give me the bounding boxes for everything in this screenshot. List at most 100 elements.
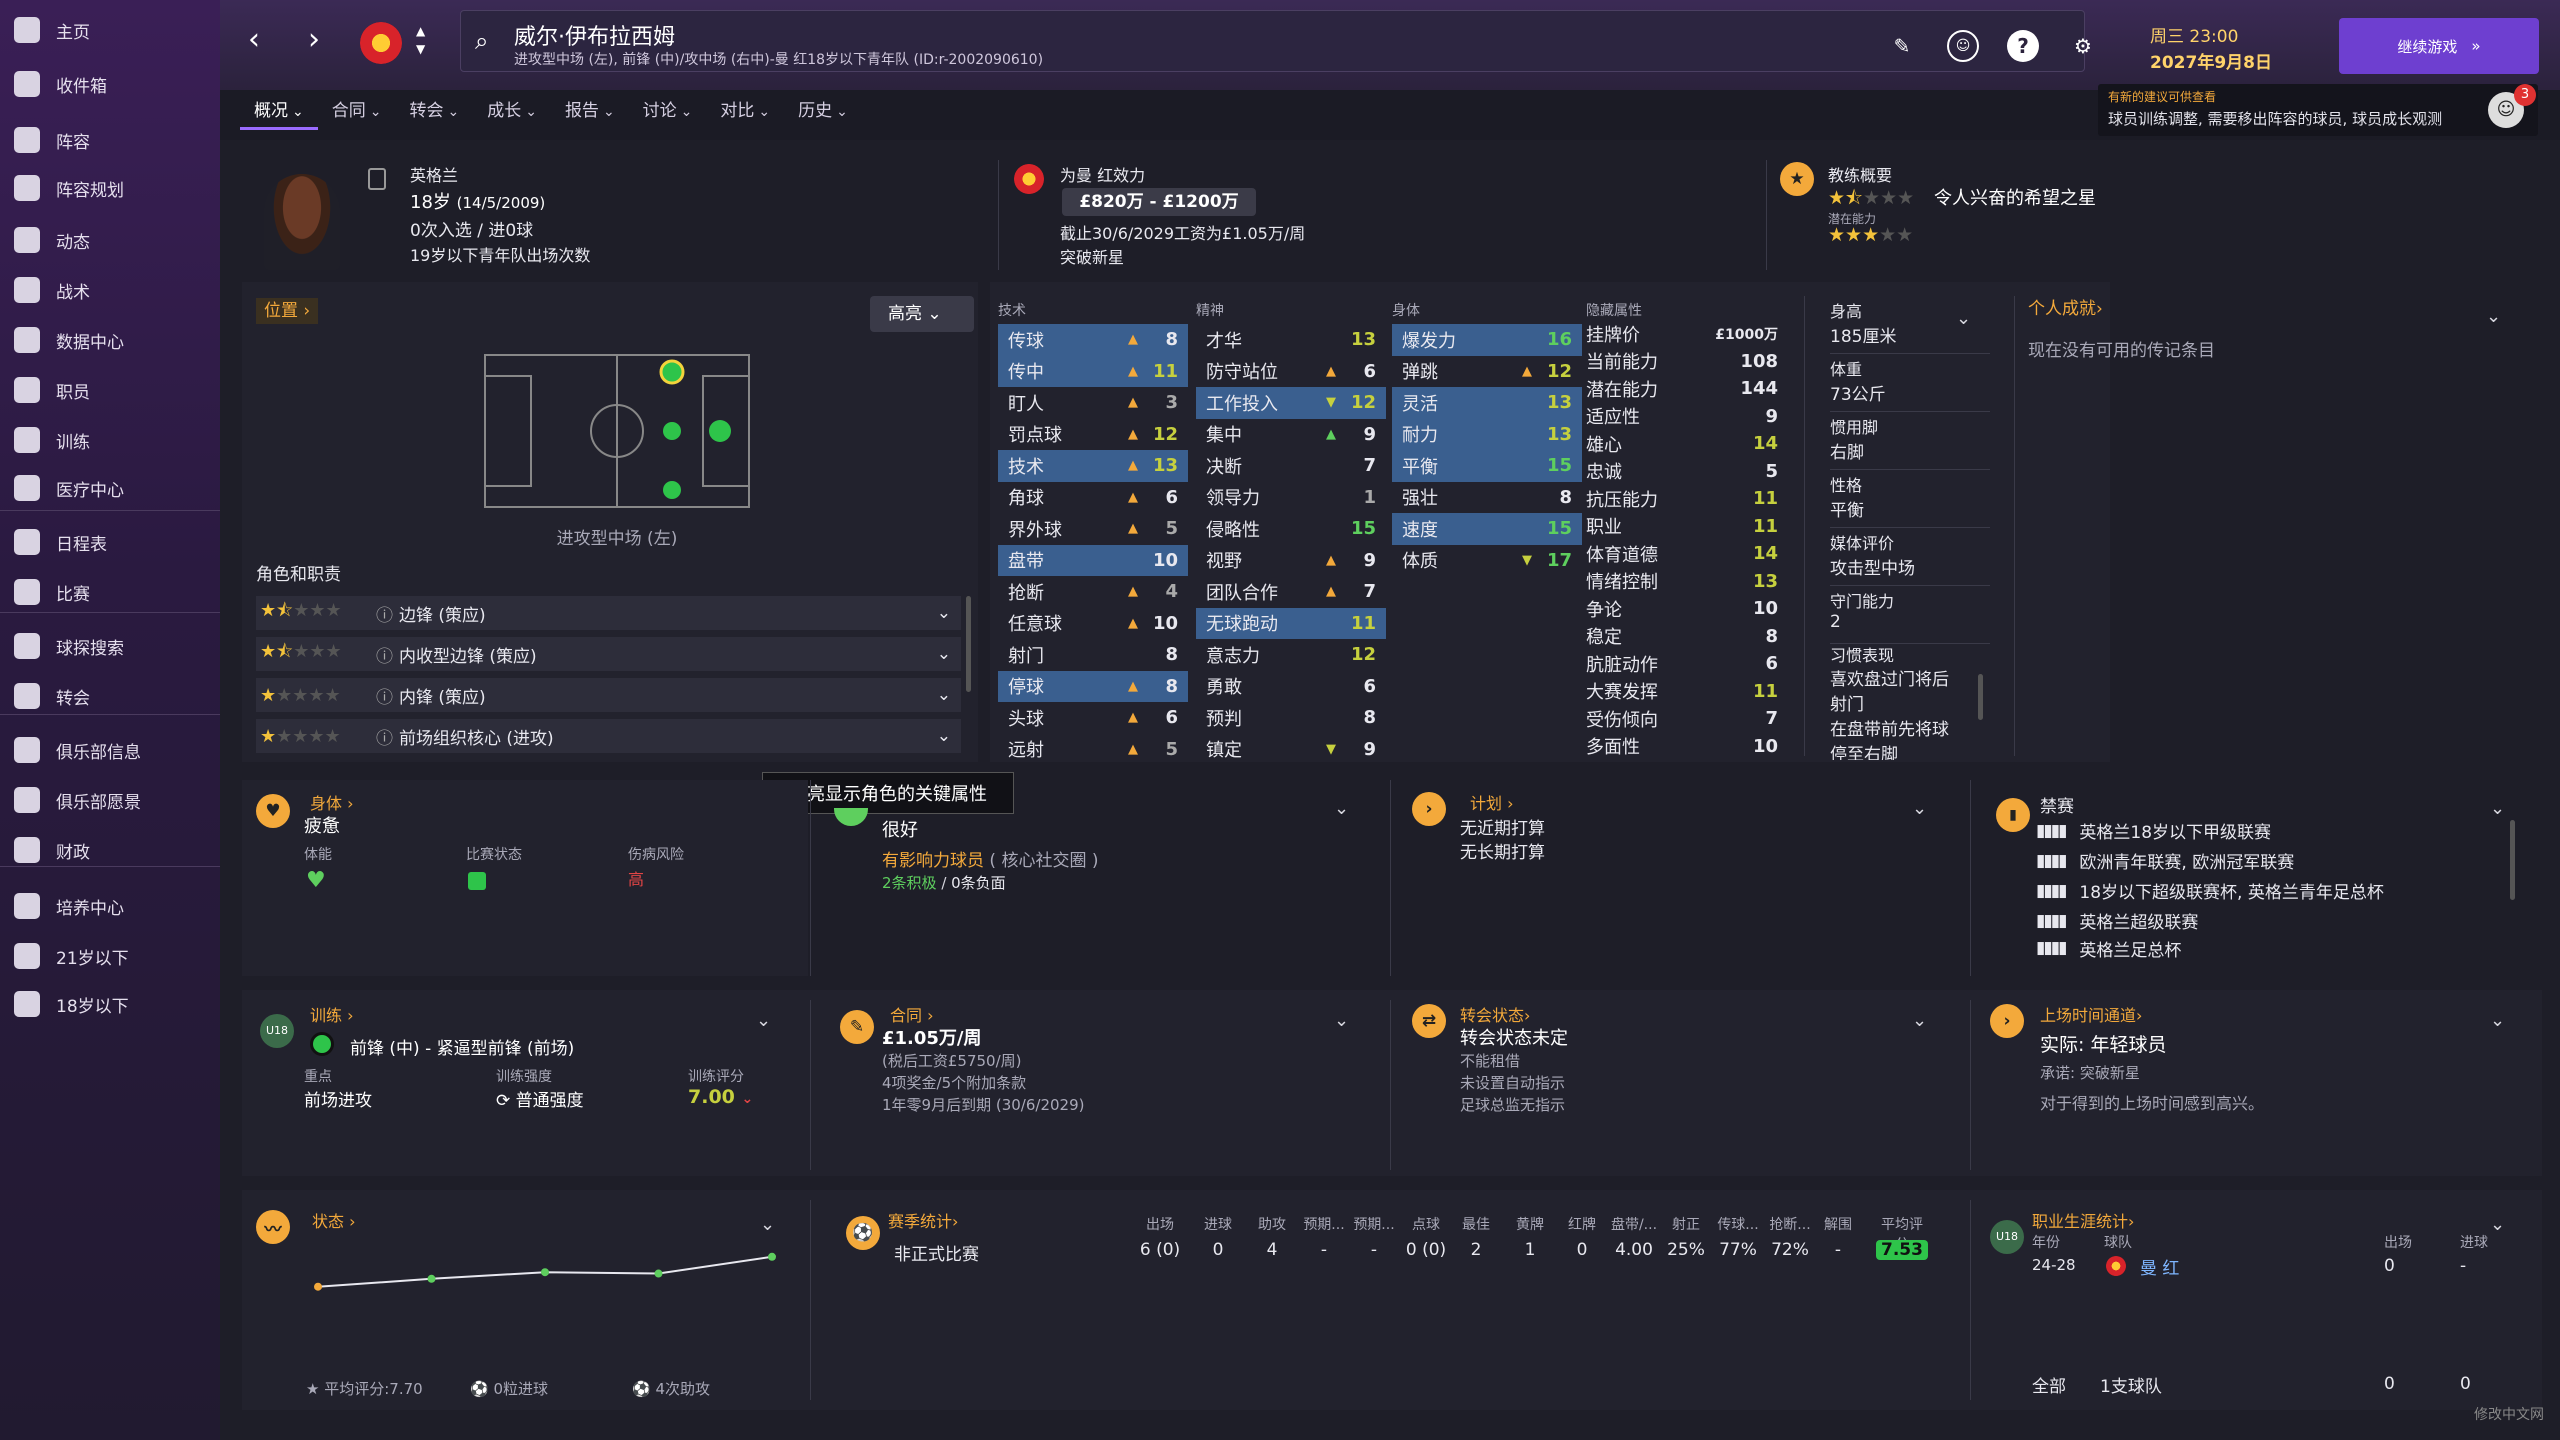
attribute-row[interactable]: 镇定 ▼ 9 bbox=[1196, 734, 1386, 766]
role-row[interactable]: ★★★★★ ⓘ 内锋 (策应) ⌄ bbox=[256, 678, 961, 712]
sidebar-item[interactable]: 数据中心 bbox=[0, 318, 220, 362]
chevron-down-icon[interactable]: ⌄ bbox=[937, 603, 951, 623]
club-switch-icon[interactable]: ▲ ▼ bbox=[416, 22, 425, 58]
sidebar-item[interactable]: 收件箱 bbox=[0, 62, 220, 106]
tab-7[interactable]: 历史 ⌄ bbox=[784, 96, 862, 130]
career-team[interactable]: 曼 红 bbox=[2140, 1254, 2179, 1279]
forward-arrow-icon[interactable]: › bbox=[308, 22, 320, 57]
sidebar-item[interactable]: 职员 bbox=[0, 368, 220, 412]
sidebar-item[interactable]: 球探搜索 bbox=[0, 624, 220, 668]
tab-1[interactable]: 合同 ⌄ bbox=[318, 96, 396, 130]
transfer-link[interactable]: 转会状态› bbox=[1460, 1002, 1530, 1026]
sidebar-item[interactable]: 主页 bbox=[0, 8, 220, 52]
attribute-row[interactable]: 意志力 12 bbox=[1196, 639, 1386, 671]
chevron-down-icon[interactable]: ⌄ bbox=[937, 644, 951, 664]
attribute-row[interactable]: 技术 ▲ 13 bbox=[998, 450, 1188, 482]
attribute-row[interactable]: 防守站位 ▲ 6 bbox=[1196, 356, 1386, 388]
continue-button[interactable]: 继续游戏 » bbox=[2339, 18, 2539, 74]
attribute-row[interactable]: 抢断 ▲ 4 bbox=[998, 576, 1188, 608]
attribute-row[interactable]: 灵活 13 bbox=[1392, 387, 1582, 419]
sidebar-item[interactable]: 日程表 bbox=[0, 520, 220, 564]
career-chevron-icon[interactable]: ⌄ bbox=[2490, 1214, 2505, 1235]
sidebar-item[interactable]: 阵容规划 bbox=[0, 166, 220, 210]
transfer-chevron-icon[interactable]: ⌄ bbox=[1912, 1010, 1927, 1031]
info-dropdown-chevron[interactable]: ⌄ bbox=[1956, 308, 1971, 329]
attribute-row[interactable]: 侵略性 15 bbox=[1196, 513, 1386, 545]
tab-4[interactable]: 报告 ⌄ bbox=[551, 96, 629, 130]
season-link[interactable]: 赛季统计› bbox=[888, 1208, 958, 1232]
attribute-row[interactable]: 工作投入 ▼ 12 bbox=[1196, 387, 1386, 419]
body-link[interactable]: 身体 › bbox=[310, 790, 354, 814]
tab-2[interactable]: 转会 ⌄ bbox=[395, 96, 473, 130]
fm-logo-icon[interactable]: ☺ bbox=[1947, 30, 1979, 62]
notice-panel[interactable]: 有新的建议可供查看 球员训练调整, 需要移出阵容的球员, 球员成长观测 ☺ 3 bbox=[2098, 84, 2538, 136]
attribute-row[interactable]: 预判 8 bbox=[1196, 702, 1386, 734]
tab-0[interactable]: 概况 ⌄ bbox=[240, 96, 318, 130]
habits-scrollbar[interactable] bbox=[1978, 674, 1983, 720]
achievements-link[interactable]: 个人成就› bbox=[2028, 294, 2103, 319]
sidebar-item[interactable]: 俱乐部信息 bbox=[0, 728, 220, 772]
attribute-row[interactable]: 爆发力 16 bbox=[1392, 324, 1582, 356]
sidebar-item[interactable]: 战术 bbox=[0, 268, 220, 312]
sidebar-item[interactable]: 21岁以下 bbox=[0, 934, 220, 978]
training-chevron-icon[interactable]: ⌄ bbox=[756, 1010, 771, 1031]
attribute-row[interactable]: 集中 ▲ 9 bbox=[1196, 419, 1386, 451]
attribute-row[interactable]: 才华 13 bbox=[1196, 324, 1386, 356]
attribute-row[interactable]: 强壮 8 bbox=[1392, 482, 1582, 514]
sidebar-item[interactable]: 培养中心 bbox=[0, 884, 220, 928]
edit-icon[interactable]: ✎ bbox=[1886, 30, 1918, 62]
sidebar-item[interactable]: 医疗中心 bbox=[0, 466, 220, 510]
attribute-row[interactable]: 耐力 13 bbox=[1392, 418, 1582, 450]
attribute-row[interactable]: 停球 ▲ 8 bbox=[998, 670, 1188, 702]
attribute-row[interactable]: 勇敢 6 bbox=[1196, 671, 1386, 703]
sidebar-item[interactable]: 转会 bbox=[0, 674, 220, 718]
contract-chevron-icon[interactable]: ⌄ bbox=[1334, 1010, 1349, 1031]
back-arrow-icon[interactable]: ‹ bbox=[248, 22, 260, 57]
attribute-row[interactable]: 传球 ▲ 8 bbox=[998, 324, 1188, 356]
attribute-row[interactable]: 头球 ▲ 6 bbox=[998, 702, 1188, 734]
attribute-row[interactable]: 射门 8 bbox=[998, 639, 1188, 671]
attribute-row[interactable]: 任意球 ▲ 10 bbox=[998, 608, 1188, 640]
tab-3[interactable]: 成长 ⌄ bbox=[473, 96, 551, 130]
form-chevron-icon[interactable]: ⌄ bbox=[760, 1214, 775, 1235]
form-link[interactable]: 状态 › bbox=[312, 1208, 356, 1232]
gear-icon[interactable]: ⚙ bbox=[2067, 30, 2099, 62]
club-crest-icon[interactable] bbox=[360, 22, 402, 64]
attribute-row[interactable]: 团队合作 ▲ 7 bbox=[1196, 576, 1386, 608]
attribute-row[interactable]: 领导力 1 bbox=[1196, 482, 1386, 514]
chevron-down-icon[interactable]: ⌄ bbox=[937, 685, 951, 705]
role-row[interactable]: ★⯪★★★ ⓘ 边锋 (策应) ⌄ bbox=[256, 596, 961, 630]
plan-link[interactable]: 计划 › bbox=[1470, 790, 1514, 814]
sidebar-item[interactable]: 动态 bbox=[0, 218, 220, 262]
position-link[interactable]: 位置 › bbox=[256, 298, 319, 324]
player-search-box[interactable]: ⌕ 威尔·伊布拉西姆 进攻型中场 (左), 前锋 (中)/攻中场 (右中)-曼 … bbox=[460, 10, 2085, 72]
attribute-row[interactable]: 传中 ▲ 11 bbox=[998, 355, 1188, 387]
player-value[interactable]: £820万 - £1200万 bbox=[1062, 188, 1256, 216]
contract-link[interactable]: 合同 › bbox=[890, 1002, 934, 1026]
attribute-row[interactable]: 视野 ▲ 9 bbox=[1196, 545, 1386, 577]
tab-5[interactable]: 讨论 ⌄ bbox=[629, 96, 707, 130]
sidebar-item[interactable]: 阵容 bbox=[0, 118, 220, 162]
sidebar-item[interactable]: 训练 bbox=[0, 418, 220, 462]
attribute-row[interactable]: 决断 7 bbox=[1196, 450, 1386, 482]
playtime-chevron-icon[interactable]: ⌄ bbox=[2490, 1010, 2505, 1031]
attribute-row[interactable]: 远射 ▲ 5 bbox=[998, 734, 1188, 766]
plan-chevron-icon[interactable]: ⌄ bbox=[1912, 798, 1927, 819]
sidebar-item[interactable]: 俱乐部愿景 bbox=[0, 778, 220, 822]
attribute-row[interactable]: 盯人 ▲ 3 bbox=[998, 387, 1188, 419]
attribute-row[interactable]: 速度 15 bbox=[1392, 513, 1582, 545]
attribute-row[interactable]: 体质 ▼ 17 bbox=[1392, 545, 1582, 577]
roles-scrollbar[interactable] bbox=[966, 596, 971, 692]
playtime-link[interactable]: 上场时间通道› bbox=[2040, 1002, 2142, 1026]
attribute-row[interactable]: 角球 ▲ 6 bbox=[998, 482, 1188, 514]
sidebar-item[interactable]: 比赛 bbox=[0, 570, 220, 614]
morale-chevron-icon[interactable]: ⌄ bbox=[1334, 798, 1349, 819]
career-link[interactable]: 职业生涯统计› bbox=[2032, 1208, 2134, 1232]
attribute-row[interactable]: 界外球 ▲ 5 bbox=[998, 513, 1188, 545]
attribute-row[interactable]: 弹跳 ▲ 12 bbox=[1392, 356, 1582, 388]
attribute-row[interactable]: 无球跑动 11 bbox=[1196, 607, 1386, 639]
help-icon[interactable]: ? bbox=[2007, 30, 2039, 62]
sidebar-item[interactable]: 18岁以下 bbox=[0, 982, 220, 1026]
attribute-row[interactable]: 罚点球 ▲ 12 bbox=[998, 419, 1188, 451]
bans-scrollbar[interactable] bbox=[2510, 820, 2515, 900]
